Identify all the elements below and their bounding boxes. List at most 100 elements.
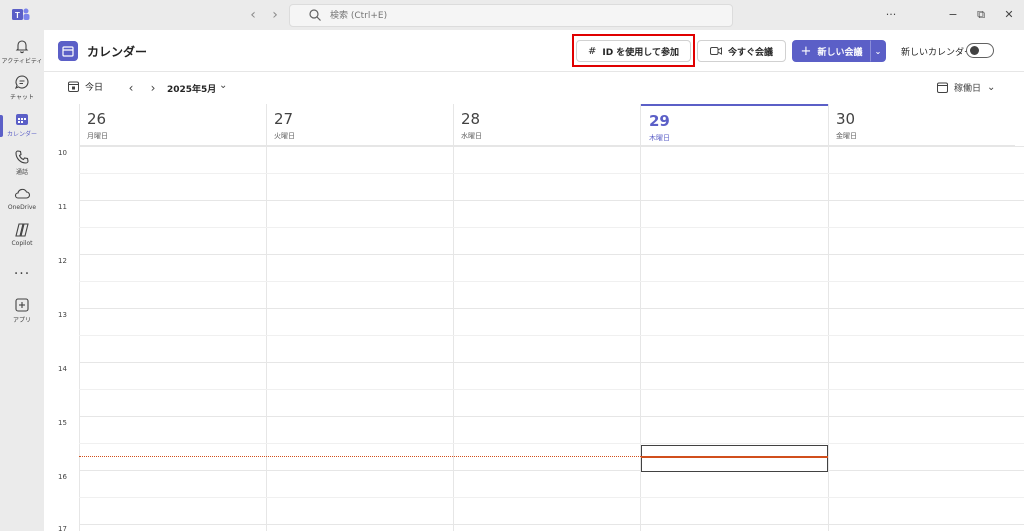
calendar-app-icon bbox=[58, 41, 78, 61]
rail-item-label: チャット bbox=[10, 94, 34, 101]
more-options-icon[interactable]: ··· bbox=[882, 6, 900, 24]
day-header[interactable]: 27 火曜日 bbox=[266, 104, 453, 146]
month-label[interactable]: 2025年5月 bbox=[167, 82, 216, 95]
rail-item-copilot[interactable]: Copilot bbox=[0, 222, 44, 258]
view-selector[interactable]: 稼働日 ⌄ bbox=[937, 81, 995, 94]
search-box[interactable] bbox=[289, 4, 733, 27]
video-camera-icon bbox=[709, 47, 722, 55]
half-hour-line bbox=[79, 497, 1024, 498]
half-hour-line bbox=[79, 335, 1024, 336]
hour-line bbox=[79, 308, 1024, 309]
hour-label: 14 bbox=[58, 365, 67, 373]
day-of-week: 木曜日 bbox=[649, 134, 670, 142]
chevron-down-icon: ⌄ bbox=[874, 46, 882, 56]
rail-item-activity[interactable]: アクティビティ bbox=[0, 38, 44, 74]
search-input[interactable] bbox=[330, 7, 710, 25]
hour-line bbox=[79, 524, 1024, 525]
minimize-icon[interactable]: − bbox=[944, 6, 962, 24]
hour-line bbox=[79, 254, 1024, 255]
day-header[interactable]: 28 水曜日 bbox=[453, 104, 640, 146]
more-apps-icon[interactable]: ··· bbox=[0, 266, 44, 282]
hour-line bbox=[79, 416, 1024, 417]
half-hour-line bbox=[79, 389, 1024, 390]
day-of-week: 水曜日 bbox=[461, 132, 482, 140]
forward-arrow-icon[interactable]: › bbox=[266, 6, 284, 24]
calendar-toolbar: 今日 ‹ › 2025年5月 ⌄ 稼働日 ⌄ bbox=[44, 72, 1024, 104]
restore-icon[interactable]: ⧉ bbox=[972, 6, 990, 24]
today-button[interactable]: 今日 bbox=[68, 80, 103, 93]
today-calendar-icon bbox=[68, 81, 79, 92]
search-icon bbox=[309, 9, 321, 21]
toggle-knob bbox=[970, 46, 979, 55]
chat-icon bbox=[14, 75, 29, 90]
day-of-week: 月曜日 bbox=[87, 132, 108, 140]
hour-line bbox=[79, 362, 1024, 363]
hour-label: 17 bbox=[58, 525, 67, 531]
day-number: 28 bbox=[461, 110, 481, 128]
day-header-today[interactable]: 29 木曜日 bbox=[641, 104, 828, 146]
half-hour-line bbox=[79, 173, 1024, 174]
meet-now-label: 今すぐ会議 bbox=[727, 47, 773, 58]
column-divider bbox=[79, 104, 80, 531]
day-of-week: 火曜日 bbox=[274, 132, 295, 140]
calendar-icon bbox=[16, 114, 28, 125]
page-title: カレンダー bbox=[87, 45, 148, 59]
hour-line bbox=[79, 470, 1024, 471]
hour-line bbox=[79, 200, 1024, 201]
half-hour-line bbox=[79, 227, 1024, 228]
today-label: 今日 bbox=[85, 83, 104, 93]
rail-item-onedrive[interactable]: OneDrive bbox=[0, 186, 44, 222]
new-calendar-toggle[interactable] bbox=[966, 43, 994, 58]
svg-text:T: T bbox=[15, 11, 20, 20]
hour-label: 13 bbox=[58, 311, 67, 319]
hour-label: 15 bbox=[58, 419, 67, 427]
day-number: 30 bbox=[836, 110, 856, 128]
hour-label: 16 bbox=[58, 473, 67, 481]
previous-week-icon[interactable]: ‹ bbox=[123, 80, 139, 96]
rail-item-chat[interactable]: チャット bbox=[0, 74, 44, 110]
hour-label: 10 bbox=[58, 149, 67, 157]
title-bar: T ‹ › ··· − ⧉ ✕ bbox=[0, 0, 1024, 30]
day-number: 29 bbox=[649, 112, 670, 130]
plus-icon: + bbox=[800, 43, 812, 59]
rail-item-calls[interactable]: 通話 bbox=[0, 149, 44, 185]
column-divider bbox=[266, 104, 267, 531]
rail-item-calendar[interactable]: カレンダー bbox=[0, 111, 44, 147]
calendar-header: カレンダー # ID を使用して参加 今すぐ会議 + 新しい会議 ⌄ 新しいカレ… bbox=[44, 30, 1024, 72]
hour-line bbox=[79, 146, 1024, 147]
meet-now-button[interactable]: 今すぐ会議 bbox=[697, 40, 786, 62]
bell-icon bbox=[15, 40, 29, 54]
half-hour-line bbox=[79, 443, 1024, 444]
add-app-icon bbox=[15, 298, 29, 312]
back-arrow-icon[interactable]: ‹ bbox=[244, 6, 262, 24]
view-calendar-icon bbox=[937, 82, 948, 93]
column-divider bbox=[453, 104, 454, 531]
day-header[interactable]: 30 金曜日 bbox=[828, 104, 1015, 146]
hash-icon: # bbox=[587, 45, 597, 57]
chevron-down-icon: ⌄ bbox=[987, 82, 996, 93]
cloud-icon bbox=[14, 188, 30, 199]
rail-item-label: 通話 bbox=[15, 169, 28, 176]
current-time-indicator bbox=[641, 456, 828, 458]
next-week-icon[interactable]: › bbox=[145, 80, 161, 96]
close-icon[interactable]: ✕ bbox=[1000, 6, 1018, 24]
day-header[interactable]: 26 月曜日 bbox=[79, 104, 266, 146]
rail-item-apps[interactable]: アプリ bbox=[0, 297, 44, 333]
selected-time-slot[interactable] bbox=[641, 445, 828, 472]
day-number: 27 bbox=[274, 110, 294, 128]
rail-item-label: カレンダー bbox=[6, 131, 37, 138]
day-of-week: 金曜日 bbox=[836, 132, 857, 140]
half-hour-line bbox=[79, 281, 1024, 282]
hour-label: 12 bbox=[58, 257, 67, 265]
new-meeting-button[interactable]: + 新しい会議 bbox=[792, 40, 871, 62]
phone-icon bbox=[15, 150, 29, 164]
rail-item-label: Copilot bbox=[11, 240, 33, 247]
new-meeting-label: 新しい会議 bbox=[817, 47, 863, 58]
join-with-id-button[interactable]: # ID を使用して参加 bbox=[576, 40, 691, 62]
teams-logo-icon: T bbox=[12, 8, 30, 20]
rail-item-label: OneDrive bbox=[7, 204, 37, 211]
new-meeting-dropdown[interactable]: ⌄ bbox=[870, 40, 886, 62]
calendar-grid: 26 月曜日 27 火曜日 28 水曜日 29 木曜日 30 金曜日 10 11… bbox=[44, 104, 1024, 531]
column-divider bbox=[828, 104, 829, 531]
chevron-down-icon[interactable]: ⌄ bbox=[219, 80, 227, 91]
